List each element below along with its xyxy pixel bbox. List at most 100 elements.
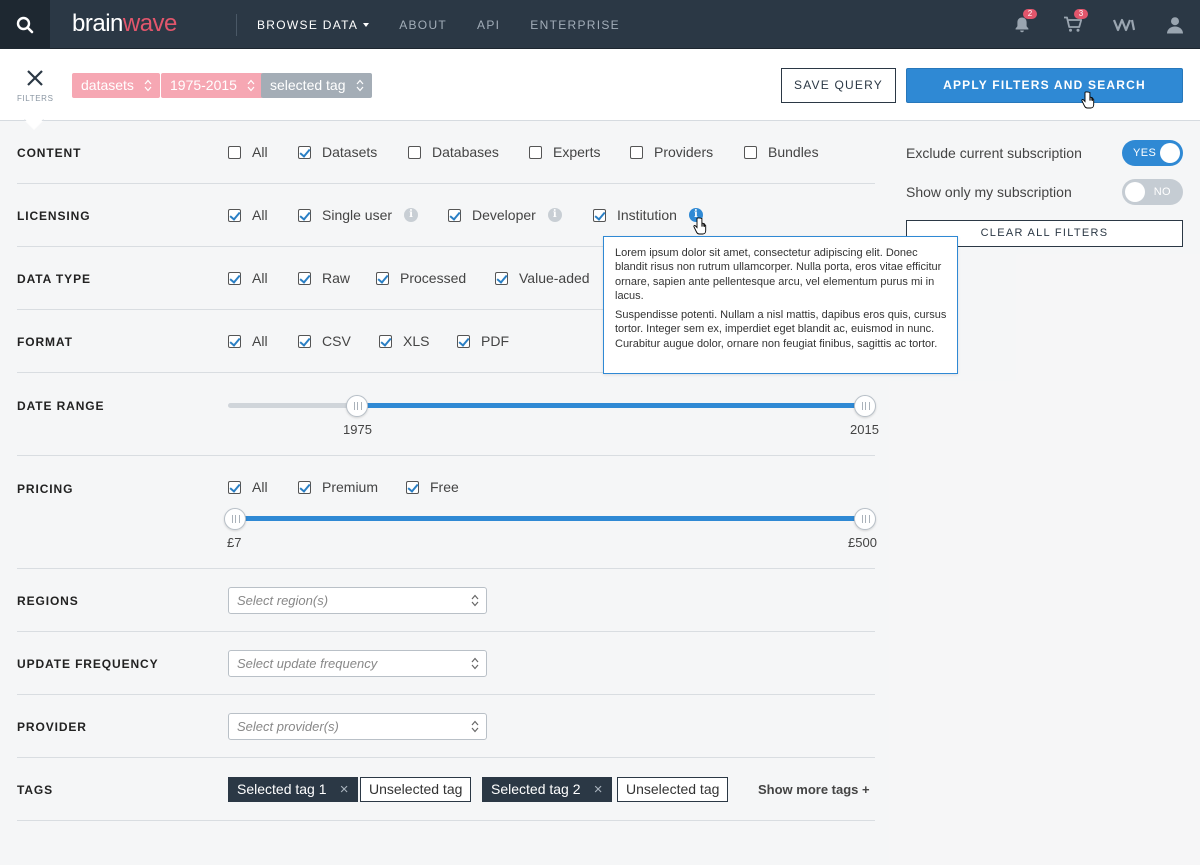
toggle-knob <box>1160 143 1180 163</box>
format-option-all[interactable]: All <box>228 333 268 349</box>
date-range-min-handle[interactable] <box>346 395 368 417</box>
checkbox-checked[interactable] <box>228 480 241 494</box>
remove-tag-icon[interactable]: × <box>340 778 349 801</box>
licensing-option-institution[interactable]: Institution i <box>593 207 703 223</box>
nav-enterprise[interactable]: ENTERPRISE <box>530 18 620 32</box>
close-icon <box>27 70 43 86</box>
tag-unselected[interactable]: Unselected tag <box>617 777 729 802</box>
checkbox-checked[interactable] <box>495 271 508 285</box>
checkbox[interactable] <box>630 145 643 159</box>
licensing-option-single-user[interactable]: Single user i <box>298 207 419 223</box>
checkbox[interactable] <box>744 145 757 159</box>
content-option-experts[interactable]: Experts <box>529 144 600 160</box>
info-icon[interactable]: i <box>404 208 419 222</box>
active-filter-chip[interactable]: datasets <box>72 73 160 98</box>
nav-browse-data[interactable]: BROWSE DATA <box>257 18 370 32</box>
save-query-button[interactable]: SAVE QUERY <box>781 68 896 103</box>
checkbox-checked[interactable] <box>298 145 311 159</box>
apply-filters-button[interactable]: APPLY FILTERS AND SEARCH <box>906 68 1183 103</box>
chevron-down-icon <box>363 22 370 27</box>
checkbox[interactable] <box>408 145 421 159</box>
toggle-state-text: YES <box>1133 147 1157 159</box>
data-type-label: DATA TYPE <box>17 272 91 286</box>
checkbox-checked[interactable] <box>298 480 311 494</box>
content-label: CONTENT <box>17 146 82 160</box>
content-option-providers[interactable]: Providers <box>630 144 713 160</box>
filters-panel: CONTENT All Datasets Databases Experts P… <box>0 121 1200 865</box>
nav-icon-group: 2 3 <box>996 0 1200 49</box>
checkbox-checked[interactable] <box>298 208 311 222</box>
data-type-option-raw[interactable]: Raw <box>298 270 350 286</box>
checkbox-checked[interactable] <box>228 334 241 348</box>
format-option-csv[interactable]: CSV <box>298 333 351 349</box>
content-filter-row: CONTENT All Datasets Databases Experts P… <box>17 121 875 184</box>
pricing-option-all[interactable]: All <box>228 479 268 495</box>
tag-selected[interactable]: Selected tag 1 × <box>228 777 358 802</box>
active-filter-chip[interactable]: 1975-2015 <box>161 73 263 98</box>
only-my-subscription-label: Show only my subscription <box>906 184 1072 200</box>
show-more-tags-link[interactable]: Show more tags + <box>758 782 870 797</box>
logo-text-brain: brain <box>72 10 123 37</box>
close-filters-button[interactable]: FILTERS <box>17 69 53 103</box>
licensing-option-developer[interactable]: Developer i <box>448 207 562 223</box>
checkbox-checked[interactable] <box>228 208 241 222</box>
nav-api[interactable]: API <box>477 18 500 32</box>
checkbox-checked[interactable] <box>457 334 470 348</box>
checkbox-checked[interactable] <box>298 271 311 285</box>
notifications-button[interactable]: 2 <box>996 0 1047 49</box>
update-frequency-select[interactable]: Select update frequency <box>228 650 487 677</box>
provider-label: PROVIDER <box>17 720 87 734</box>
exclude-subscription-toggle[interactable]: YES <box>1122 140 1183 166</box>
regions-filter-row: REGIONS Select region(s) <box>17 569 875 632</box>
content-option-all[interactable]: All <box>228 144 268 160</box>
regions-label: REGIONS <box>17 594 79 608</box>
checkbox-checked[interactable] <box>298 334 311 348</box>
format-option-xls[interactable]: XLS <box>379 333 429 349</box>
toggle-knob <box>1125 182 1145 202</box>
date-range-max-value: 2015 <box>850 422 879 437</box>
licensing-option-all[interactable]: All <box>228 207 268 223</box>
tag-selected[interactable]: Selected tag 2 × <box>482 777 612 802</box>
brainwave-logo[interactable]: brainwave <box>72 10 177 38</box>
checkbox-checked[interactable] <box>379 334 392 348</box>
active-filter-chip[interactable]: selected tag <box>261 73 372 98</box>
pricing-option-premium[interactable]: Premium <box>298 479 378 495</box>
data-type-option-processed[interactable]: Processed <box>376 270 466 286</box>
checkbox-checked[interactable] <box>593 208 606 222</box>
checkbox-checked[interactable] <box>406 480 419 494</box>
data-type-option-all[interactable]: All <box>228 270 268 286</box>
brainwave-mark-icon <box>1112 18 1135 31</box>
checkbox-checked[interactable] <box>376 271 389 285</box>
provider-select[interactable]: Select provider(s) <box>228 713 487 740</box>
cart-button[interactable]: 3 <box>1047 0 1098 49</box>
info-icon[interactable]: i <box>547 208 562 222</box>
price-range-min-handle[interactable] <box>224 508 246 530</box>
pricing-option-free[interactable]: Free <box>406 479 459 495</box>
user-menu-button[interactable] <box>1149 0 1200 49</box>
remove-tag-icon[interactable]: × <box>594 778 603 801</box>
brainwave-mark-button[interactable] <box>1098 0 1149 49</box>
content-option-bundles[interactable]: Bundles <box>744 144 819 160</box>
regions-select[interactable]: Select region(s) <box>228 587 487 614</box>
main-menu: BROWSE DATA ABOUT API ENTERPRISE <box>257 0 620 49</box>
data-type-option-value-added[interactable]: Value-aded <box>495 270 590 286</box>
price-range-max-handle[interactable] <box>854 508 876 530</box>
checkbox-checked[interactable] <box>448 208 461 222</box>
only-my-subscription-toggle[interactable]: NO <box>1122 179 1183 205</box>
update-frequency-label: UPDATE FREQUENCY <box>17 657 159 671</box>
content-option-datasets[interactable]: Datasets <box>298 144 377 160</box>
date-range-label: DATE RANGE <box>17 399 105 413</box>
search-button[interactable] <box>0 0 50 49</box>
plus-icon: + <box>862 782 870 797</box>
exclude-subscription-label: Exclude current subscription <box>906 145 1082 161</box>
nav-about[interactable]: ABOUT <box>399 18 447 32</box>
checkbox[interactable] <box>529 145 542 159</box>
checkbox[interactable] <box>228 145 241 159</box>
updown-icon <box>247 79 255 92</box>
checkbox-checked[interactable] <box>228 271 241 285</box>
date-range-max-handle[interactable] <box>854 395 876 417</box>
format-option-pdf[interactable]: PDF <box>457 333 509 349</box>
toggle-state-text: NO <box>1153 186 1171 198</box>
content-option-databases[interactable]: Databases <box>408 144 499 160</box>
tag-unselected[interactable]: Unselected tag <box>360 777 472 802</box>
